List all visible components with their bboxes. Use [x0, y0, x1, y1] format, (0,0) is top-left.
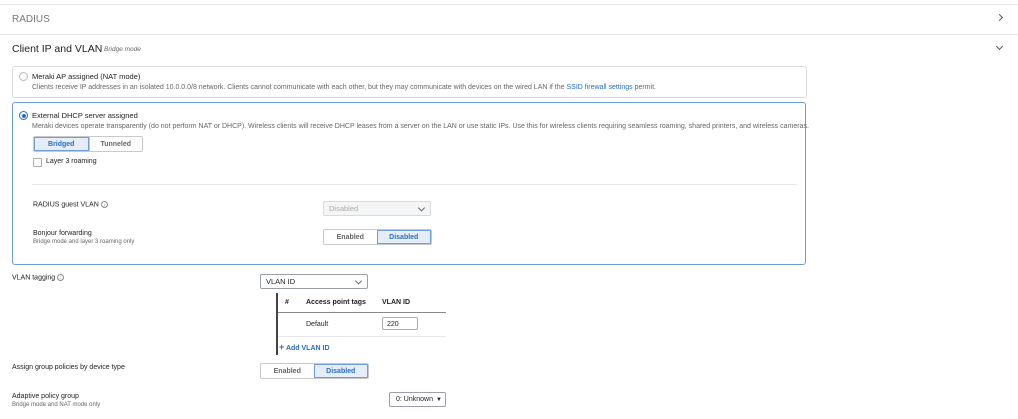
section-radius-title[interactable]: RADIUS	[12, 14, 50, 25]
vlan-id-input[interactable]: 220	[382, 317, 418, 330]
dhcp-mode-label: External DHCP server assigned	[32, 111, 138, 120]
bonjour-disabled-option[interactable]: Disabled	[376, 230, 431, 244]
tunneled-option[interactable]: Tunneled	[88, 137, 142, 151]
dhcp-mode-description: Meraki devices operate transparently (do…	[32, 123, 809, 130]
layer3-roaming-checkbox[interactable]	[33, 158, 42, 167]
bridged-option[interactable]: Bridged	[34, 137, 89, 151]
bonjour-enabled-option[interactable]: Enabled	[324, 230, 377, 244]
table-row-divider	[278, 336, 446, 337]
vlan-tagging-select[interactable]: VLAN ID	[260, 274, 368, 289]
divider	[0, 34, 1018, 35]
table-header-vlan-id: VLAN ID	[382, 299, 410, 306]
caret-down-icon: ▼	[435, 396, 442, 403]
group-policies-disabled-option[interactable]: Disabled	[313, 364, 368, 378]
table-header-tags: Access point tags	[306, 299, 366, 306]
table-header-num: #	[285, 299, 289, 306]
dhcp-mode-option[interactable]: External DHCP server assigned Meraki dev…	[12, 102, 809, 265]
plus-icon: +	[279, 342, 285, 352]
bonjour-forwarding-label: Bonjour forwarding	[33, 230, 92, 237]
chevron-down-icon	[354, 276, 363, 285]
nat-mode-radio[interactable]	[19, 72, 28, 81]
dhcp-mode-radio[interactable]	[19, 111, 28, 120]
ssid-firewall-link[interactable]: SSID firewall settings	[566, 84, 632, 91]
adaptive-policy-label: Adaptive policy group	[12, 393, 79, 400]
chevron-down-icon[interactable]	[995, 42, 1004, 51]
bonjour-forwarding-sublabel: Bridge mode and layer 3 roaming only	[33, 239, 135, 245]
nat-mode-label: Meraki AP assigned (NAT mode)	[32, 72, 141, 81]
adaptive-policy-sublabel: Bridge mode and NAT mode only	[12, 402, 101, 408]
table-header-divider	[278, 312, 446, 313]
group-policies-toggle[interactable]: Enabled Disabled	[260, 363, 369, 379]
radius-guest-vlan-label: RADIUS guest VLAN i	[33, 201, 108, 208]
bonjour-forwarding-toggle[interactable]: Enabled Disabled	[323, 229, 432, 245]
divider	[0, 4, 1018, 5]
group-policies-label: Assign group policies by device type	[12, 364, 125, 371]
adaptive-policy-dropdown[interactable]: 0: Unknown ▼	[389, 392, 446, 407]
bridged-tunneled-toggle[interactable]: Bridged Tunneled	[33, 136, 143, 152]
chevron-down-icon	[417, 203, 426, 212]
layer3-roaming-label: Layer 3 roaming	[46, 158, 97, 165]
vlan-tagging-label: VLAN tagging i	[12, 274, 65, 281]
radius-guest-vlan-select[interactable]: Disabled	[323, 201, 431, 216]
vlan-id-table: # Access point tags VLAN ID Default 220	[278, 293, 448, 343]
table-cell-tag: Default	[306, 321, 329, 328]
info-icon[interactable]: i	[100, 201, 108, 208]
chevron-right-icon[interactable]	[995, 13, 1004, 22]
nat-mode-description: Clients receive IP addresses in an isola…	[32, 84, 656, 91]
add-vlan-id-button[interactable]: + Add VLAN ID	[279, 342, 330, 352]
mode-badge: Bridge mode	[104, 46, 141, 53]
nat-mode-option[interactable]: Meraki AP assigned (NAT mode) Clients re…	[12, 66, 807, 98]
group-policies-enabled-option[interactable]: Enabled	[261, 364, 314, 378]
divider	[32, 184, 797, 185]
section-client-ip-title: Client IP and VLAN	[12, 43, 103, 55]
info-icon[interactable]: i	[57, 274, 65, 281]
